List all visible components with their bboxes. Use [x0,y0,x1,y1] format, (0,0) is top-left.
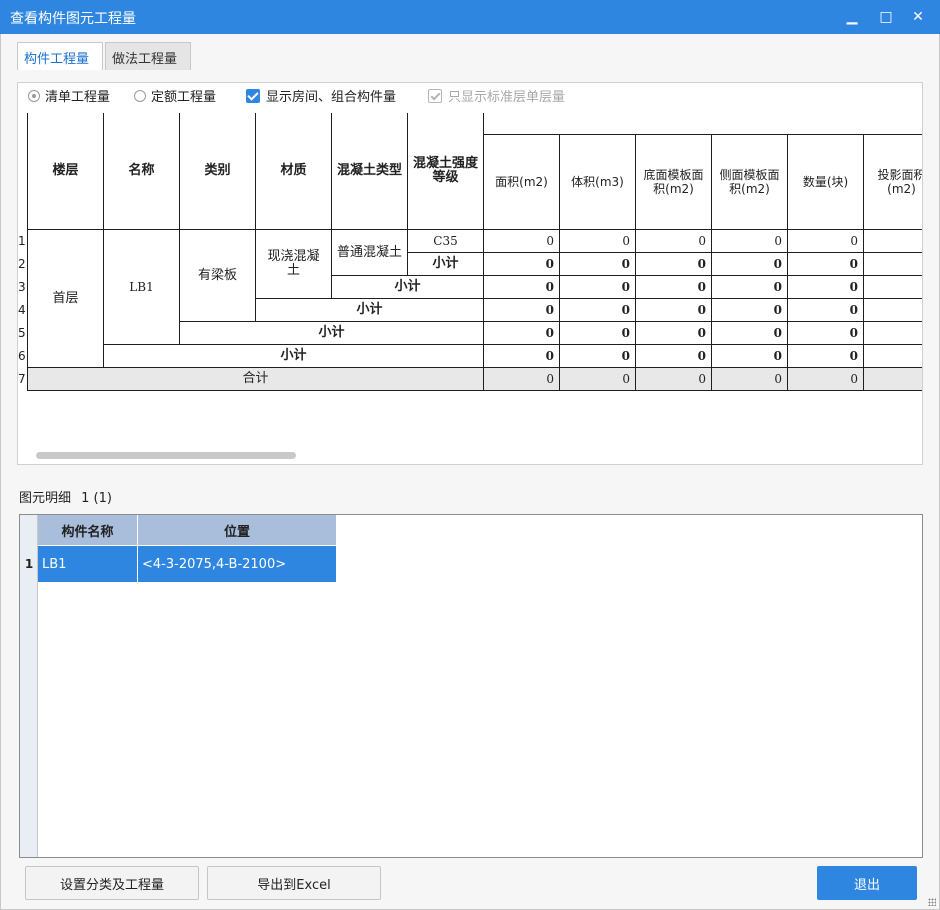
subtotal-label: 小计 [332,276,484,299]
checkbox-show-room[interactable]: 显示房间、组合构件量 [246,88,396,108]
close-icon[interactable]: ✕ [906,5,930,29]
total-label: 合计 [28,368,484,391]
header-volume: 体积(m3) [560,135,636,230]
value-projected-area [864,299,922,322]
detail-heading: 图元明细 1 (1) [19,491,112,506]
value-side-formwork: 0 [712,345,788,368]
value-projected-area [864,276,922,299]
subtotal-label: 小计 [104,345,484,368]
window-title: 查看构件图元工程量 [10,11,136,27]
value-bottom-formwork: 0 [636,276,712,299]
value-area: 0 [484,299,560,322]
export-excel-button[interactable]: 导出到Excel [207,866,381,900]
header-projected-area: 投影面积(m2) [864,135,922,230]
header-material: 材质 [256,113,332,230]
value-count: 0 [788,230,864,253]
dialog-body: 构件工程量 做法工程量 清单工程量 定额工程量 显示房间、组合构件量 只显示标准… [0,34,940,910]
value-volume: 0 [560,368,636,391]
radio-quota-quantity[interactable]: 定额工程量 [134,88,216,108]
cell-material: 现浇混凝土 [256,230,332,299]
value-area: 0 [484,276,560,299]
value-volume: 0 [560,322,636,345]
tab-component-quantity[interactable]: 构件工程量 [17,42,103,70]
radio-list-quantity[interactable]: 清单工程量 [28,88,110,108]
settings-button[interactable]: 设置分类及工程量 [25,866,199,900]
value-bottom-formwork: 0 [636,368,712,391]
cell-concrete-type: 普通混凝土 [332,230,408,276]
value-count: 0 [788,322,864,345]
value-bottom-formwork: 0 [636,299,712,322]
checkbox-standard-floor: 只显示标准层单层量 [428,88,565,108]
value-area: 0 [484,345,560,368]
quantity-panel: 清单工程量 定额工程量 显示房间、组合构件量 只显示标准层单层量 楼层 名称 类… [17,82,923,465]
value-count: 0 [788,368,864,391]
radio-selected-icon [28,90,40,102]
value-side-formwork: 0 [712,230,788,253]
value-side-formwork: 0 [712,276,788,299]
subtotal-label: 小计 [408,253,484,276]
horizontal-scrollbar[interactable] [36,452,296,459]
value-projected-area [864,230,922,253]
detail-row-index: 1 [24,557,34,571]
value-volume: 0 [560,253,636,276]
value-side-formwork: 0 [712,253,788,276]
value-volume: 0 [560,299,636,322]
quantity-table: 楼层 名称 类别 材质 混凝土类型 混凝土强度等级 面积(m2) 体积(m3) … [18,113,922,443]
checkbox-disabled-icon [428,89,442,103]
header-concrete-type: 混凝土类型 [332,113,408,230]
header-floor: 楼层 [28,113,104,230]
detail-table: 构件名称 位置 1 LB1 <4-3-2075,4-B-2100> [19,514,923,858]
value-volume: 0 [560,230,636,253]
cell-category: 有梁板 [180,230,256,322]
detail-cell-position[interactable]: <4-3-2075,4-B-2100> [138,546,337,582]
value-projected-area [864,322,922,345]
value-side-formwork: 0 [712,299,788,322]
value-count: 0 [788,299,864,322]
grid-left-border [27,113,28,391]
header-category: 类别 [180,113,256,230]
column-position[interactable]: 位置 [138,515,337,545]
cell-name: LB1 [104,230,180,345]
value-area: 0 [484,230,560,253]
value-volume: 0 [560,276,636,299]
title-bar: 查看构件图元工程量 ▁ □ ✕ [0,0,940,34]
cell-floor: 首层 [28,230,104,368]
value-count: 0 [788,253,864,276]
radio-unselected-icon [134,90,146,102]
exit-button[interactable]: 退出 [817,866,917,900]
header-side-formwork: 侧面模板面积(m2) [712,135,788,230]
value-count: 0 [788,276,864,299]
value-bottom-formwork: 0 [636,230,712,253]
cell-concrete-grade: C35 [408,230,484,253]
subtotal-label: 小计 [256,299,484,322]
checkbox-checked-icon [246,89,260,103]
header-name: 名称 [104,113,180,230]
detail-cell-name[interactable]: LB1 [38,546,138,582]
value-projected-area [864,368,922,391]
value-side-formwork: 0 [712,368,788,391]
value-count: 0 [788,345,864,368]
value-area: 0 [484,253,560,276]
header-concrete-grade: 混凝土强度等级 [408,113,484,230]
resize-grip-icon[interactable] [928,898,936,906]
value-area: 0 [484,322,560,345]
header-count: 数量(块) [788,135,864,230]
header-group-blank [484,113,922,135]
subtotal-label: 小计 [180,322,484,345]
maximize-icon[interactable]: □ [874,5,898,29]
value-side-formwork: 0 [712,322,788,345]
value-area: 0 [484,368,560,391]
value-bottom-formwork: 0 [636,322,712,345]
header-bottom-formwork: 底面模板面积(m2) [636,135,712,230]
value-bottom-formwork: 0 [636,253,712,276]
value-bottom-formwork: 0 [636,345,712,368]
value-volume: 0 [560,345,636,368]
header-area: 面积(m2) [484,135,560,230]
tab-method-quantity[interactable]: 做法工程量 [105,42,191,70]
value-projected-area [864,253,922,276]
minimize-icon[interactable]: ▁ [840,5,864,29]
column-component-name[interactable]: 构件名称 [38,515,138,545]
value-projected-area [864,345,922,368]
